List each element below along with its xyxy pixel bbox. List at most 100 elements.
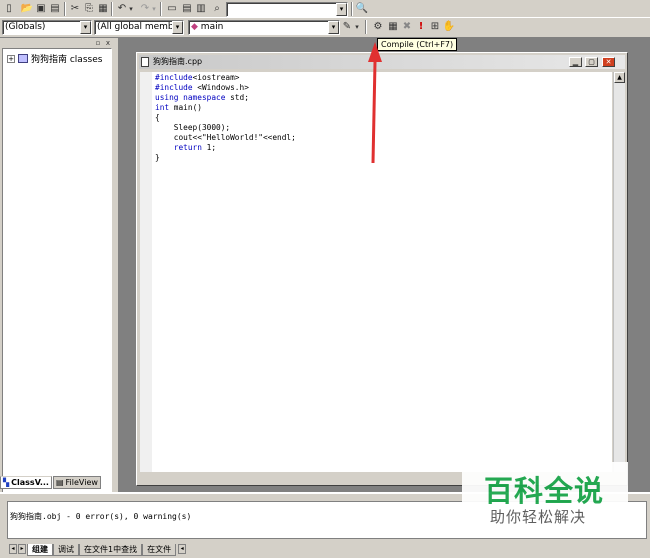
chevron-down-icon[interactable]: ▾ [336,3,347,16]
wizard-action-icon[interactable]: ✎ [340,20,354,34]
code-line: int main() [155,103,296,113]
tab-prev-icon[interactable]: ◂ [9,544,17,554]
code-line: using namespace std; [155,93,296,103]
save-icon[interactable]: ▣ [34,2,48,16]
tab-next-icon[interactable]: ▸ [18,544,26,554]
tree-root-label: 狗狗指南 classes [31,55,103,65]
minimize-button[interactable]: ▁ [569,57,582,67]
code-line: { [155,113,296,123]
workspace-pane: ▫ x + 狗狗指南 classes [0,38,115,513]
chevron-down-icon[interactable]: ▾ [328,21,339,34]
tab-fileview[interactable]: ▤ FileView [52,476,101,489]
code-keyword: int [155,103,170,112]
code-keyword: return [155,143,202,152]
tab-label: FileView [65,478,98,487]
classview-icon: ▚ [3,478,10,487]
class-combo-value: (Globals) [5,22,46,32]
classes-icon [18,54,28,63]
class-combo[interactable]: (Globals) ▾ [2,20,92,35]
undo-icon[interactable]: ↶ [115,2,129,16]
paste-icon[interactable]: ▦ [96,2,110,16]
members-combo[interactable]: (All global members ▾ [94,20,184,35]
code-editor[interactable]: #include<iostream> #include <Windows.h> us… [140,72,612,472]
cut-icon[interactable]: ✂ [68,2,82,16]
tree-root-item[interactable]: + 狗狗指南 classes [7,52,102,65]
ide-window: ▯ 📂 ▣ ▤ ✂ ⎘ ▦ ↶ ▾ ↷ ▾ ▭ ▤ ▥ ⌕ ▾ 🔍 (Globa… [0,0,650,558]
code-line: #include<iostream> [155,73,296,83]
redo-icon[interactable]: ↷ [138,2,152,16]
restore-pane-icon[interactable]: ▫ [94,39,102,47]
chevron-down-icon[interactable]: ▾ [80,21,91,34]
standard-toolbar: ▯ 📂 ▣ ▤ ✂ ⎘ ▦ ↶ ▾ ↷ ▾ ▭ ▤ ▥ ⌕ ▾ 🔍 [0,0,650,18]
editor-title-bar[interactable]: 狗狗指南.cpp ▁ ▢ ✕ [139,55,625,69]
code-text: <Windows.h> [192,83,249,92]
editor-title: 狗狗指南.cpp [153,57,203,66]
wizard-build-toolbar: (Globals) ▾ (All global members ▾ ◆ main… [0,18,650,38]
code-keyword: #include [155,83,193,92]
code-line: Sleep(3000); [155,123,296,133]
code-text: Sleep(3000); [155,123,231,132]
watermark-subtitle: 助你轻松解决 [490,508,587,526]
workspace-tabs: ▚ ClassV... ▤ FileView [0,476,115,491]
code-line: } [155,153,296,163]
find-icon[interactable]: 🔍 [355,2,369,16]
undo-dropdown-icon[interactable]: ▾ [128,2,134,16]
close-button[interactable]: ✕ [602,57,615,67]
watermark-title: 百科全说 [484,474,605,508]
tab-find-in-files-2[interactable]: 在文件 [142,544,177,556]
code-line: cout<<"HelloWorld!"<<endl; [155,133,296,143]
chevron-down-icon[interactable]: ▾ [172,21,183,34]
tab-scroll-icon[interactable]: ◂ [178,544,187,554]
copy-icon[interactable]: ⎘ [82,2,96,16]
open-file-icon[interactable]: 📂 [20,2,34,16]
tab-build[interactable]: 组建 [27,544,53,556]
function-combo[interactable]: ◆ main ▾ [188,20,340,35]
code-text: <iostream> [192,73,240,82]
class-tree[interactable]: + 狗狗指南 classes [2,48,112,513]
members-combo-value: (All global members [97,22,184,32]
redo-dropdown-icon[interactable]: ▾ [151,2,157,16]
close-pane-icon[interactable]: x [104,39,112,47]
mdi-client-area: 狗狗指南.cpp ▁ ▢ ✕ #include<iostream> #includ… [118,38,650,492]
vertical-scrollbar[interactable]: ▲ [613,72,625,472]
code-line: #include <Windows.h> [155,83,296,93]
toolbar-separator [160,2,162,16]
function-combo-value: main [200,22,224,32]
workspace-icon[interactable]: ▭ [165,2,179,16]
stop-build-icon[interactable]: ✖ [400,20,414,34]
tab-classview[interactable]: ▚ ClassV... [0,476,52,489]
scroll-up-icon[interactable]: ▲ [614,72,625,83]
toolbar-separator [64,2,66,16]
code-line: return 1; [155,143,296,153]
code-text: } [155,153,160,162]
compile-icon[interactable]: ⚙ [371,20,385,34]
tab-debug[interactable]: 调试 [53,544,79,556]
build-icon[interactable]: ▦ [386,20,400,34]
toolbar-separator [351,2,353,16]
save-all-icon[interactable]: ▤ [48,2,62,16]
new-file-icon[interactable]: ▯ [2,2,16,16]
insert-breakpoint-icon[interactable]: ⊞ [428,20,442,34]
code-text: std; [225,93,249,102]
maximize-button[interactable]: ▢ [585,57,598,67]
go-icon[interactable]: ✋ [442,20,456,34]
code-text: cout<<"HelloWorld!"<<endl; [155,133,296,142]
fileview-icon: ▤ [55,478,64,487]
expand-icon[interactable]: + [7,54,15,63]
code-keyword: using namespace [155,93,226,102]
execute-icon[interactable]: ! [414,20,428,34]
find-combo[interactable]: ▾ [226,2,348,17]
code-lines: #include<iostream> #include <Windows.h> us… [155,73,296,163]
function-marker-icon: ◆ [191,22,198,32]
window-list-icon[interactable]: ▥ [194,2,208,16]
tab-find-in-files-1[interactable]: 在文件1中查找 [79,544,143,556]
output-tabs: ◂ ▸ 组建 调试 在文件1中查找 在文件 ◂ [9,544,187,556]
output-window-icon[interactable]: ▤ [180,2,194,16]
editor-window[interactable]: 狗狗指南.cpp ▁ ▢ ✕ #include<iostream> #includ… [136,52,628,486]
code-text: 1; [201,143,217,152]
toolbar-separator [111,2,113,16]
code-text: main() [169,103,202,112]
find-in-files-icon[interactable]: ⌕ [210,2,224,16]
wizard-dropdown-icon[interactable]: ▾ [354,20,360,34]
toolbar-separator [365,20,367,34]
